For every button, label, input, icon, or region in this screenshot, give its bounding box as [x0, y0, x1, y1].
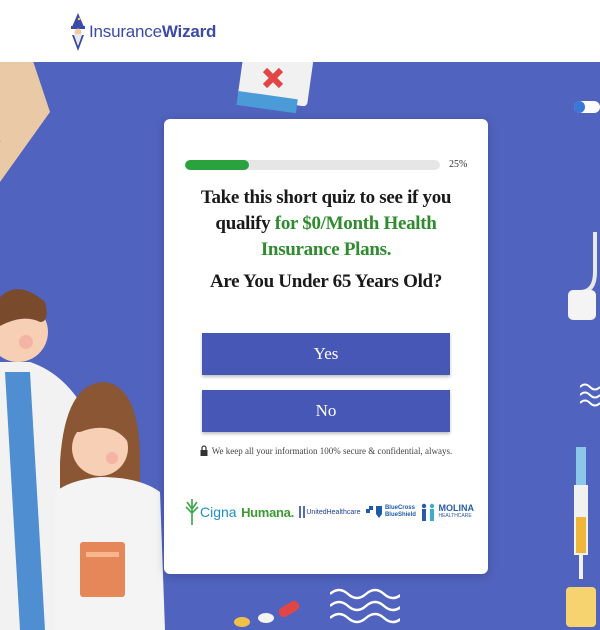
security-text: We keep all your information 100% secure…: [211, 445, 453, 456]
quiz-question: Are You Under 65 Years Old?: [209, 271, 443, 292]
cigna-logo: Cigna: [184, 499, 237, 525]
bcbs-text: BlueCross BlueShield: [385, 505, 416, 519]
uhc-mark-icon: [299, 506, 306, 518]
molina-text: MOLINA HEALTHCARE: [438, 504, 474, 520]
uhc-text: UnitedHealthcare: [306, 508, 361, 516]
cigna-tree-icon: [185, 499, 199, 525]
yes-button[interactable]: Yes: [202, 333, 450, 375]
bcbs-line2: BlueShield: [384, 512, 416, 518]
progress-fill: [185, 160, 249, 170]
molina-line2: HEALTHCARE: [438, 513, 472, 519]
syringe-illustration: [566, 447, 596, 627]
pills-illustration: [234, 601, 300, 627]
progress-bar: [185, 160, 440, 170]
bcbs-line1: BlueCross: [384, 505, 415, 511]
unitedhealthcare-logo: UnitedHealthcare: [298, 505, 360, 519]
first-aid-kit-illustration: [236, 62, 314, 114]
logo-text: InsuranceWizard: [89, 22, 216, 42]
logo-prefix: Insurance: [89, 22, 162, 41]
insurance-wizard-logo[interactable]: InsuranceWizard: [70, 12, 216, 52]
stethoscope-illustration: [568, 232, 597, 320]
logo-suffix: Wizard: [161, 22, 217, 41]
molina-icon: [422, 503, 435, 521]
progress-label: 25%: [449, 159, 468, 170]
molina-logo: MOLINA HEALTHCARE: [420, 503, 474, 521]
cigna-text: Cigna: [200, 504, 237, 520]
no-button[interactable]: No: [202, 390, 450, 432]
bcbs-icon: [365, 506, 382, 518]
quiz-card: 25% Take this short quiz to see if you q…: [164, 119, 488, 574]
security-note: We keep all your information 100% secure…: [164, 445, 488, 456]
doctors-illustration: [0, 289, 165, 630]
lock-icon: [200, 445, 208, 456]
wave-decoration: [580, 383, 600, 407]
pill-illustration: [574, 101, 600, 113]
site-header: InsuranceWizard: [0, 0, 600, 62]
wave-decoration-bottom: [330, 588, 400, 624]
bandage-illustration: [0, 62, 50, 182]
bcbs-logo: BlueCross BlueShield: [365, 504, 416, 520]
hero-background: 25% Take this short quiz to see if you q…: [0, 62, 600, 630]
humana-logo: Humana.: [241, 504, 294, 520]
quiz-headline: Take this short quiz to see if you quali…: [174, 185, 478, 263]
headline-part2: for $0/Month Health Insurance Plans.: [260, 213, 437, 260]
wizard-icon: [71, 13, 85, 51]
insurer-logos: Cigna Humana. UnitedHealthcare BlueCross…: [184, 495, 474, 529]
